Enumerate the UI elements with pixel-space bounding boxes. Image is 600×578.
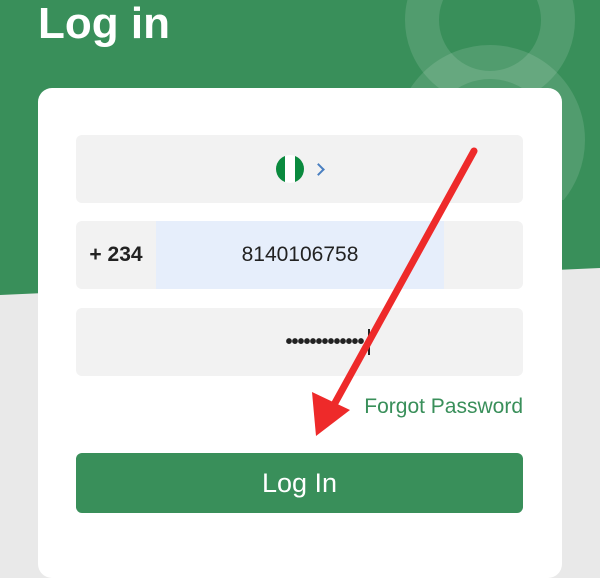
page-title: Log in bbox=[38, 0, 170, 48]
password-field[interactable]: ••••••••••••• bbox=[76, 308, 523, 376]
nigeria-flag-icon bbox=[276, 155, 304, 183]
country-code-prefix: + 234 bbox=[89, 243, 143, 266]
login-button[interactable]: Log In bbox=[76, 453, 523, 513]
password-input[interactable]: ••••••••••••• bbox=[229, 331, 364, 354]
text-caret bbox=[367, 329, 370, 355]
chevron-right-icon bbox=[312, 162, 325, 176]
phone-field[interactable]: + 234 8140106758 bbox=[76, 221, 523, 289]
country-selector[interactable] bbox=[76, 135, 523, 203]
forgot-password-link[interactable]: Forgot Password bbox=[364, 395, 523, 419]
login-card: + 234 8140106758 ••••••••••••• Forgot Pa… bbox=[38, 88, 562, 578]
phone-number-input[interactable]: 8140106758 bbox=[156, 221, 444, 289]
